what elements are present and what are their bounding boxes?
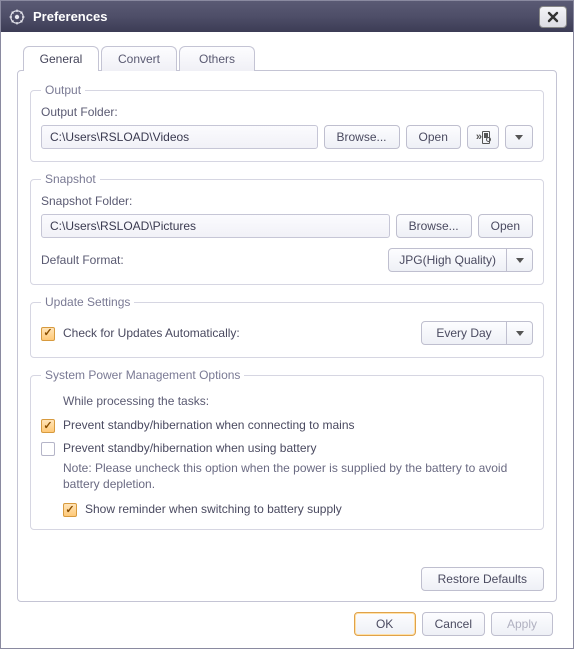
window-title: Preferences [33, 9, 539, 24]
default-format-value: JPG(High Quality) [388, 248, 507, 272]
output-device-button[interactable]: » [467, 125, 499, 149]
prevent-mains-label: Prevent standby/hibernation when connect… [63, 418, 355, 432]
chevron-down-icon [515, 135, 523, 140]
power-while-label: While processing the tasks: [63, 394, 533, 408]
show-reminder-checkbox[interactable] [63, 503, 77, 517]
prevent-battery-checkbox[interactable] [41, 442, 55, 456]
tab-bar: General Convert Others [23, 46, 557, 71]
close-icon [546, 10, 560, 24]
output-open-button[interactable]: Open [406, 125, 461, 149]
dialog-body: General Convert Others Output Output Fol… [1, 32, 573, 648]
update-legend: Update Settings [41, 295, 134, 309]
update-group: Update Settings Check for Updates Automa… [30, 295, 544, 358]
power-group: System Power Management Options While pr… [30, 368, 544, 530]
tab-label: Others [199, 52, 235, 66]
output-browse-button[interactable]: Browse... [324, 125, 400, 149]
update-frequency-select[interactable]: Every Day [421, 321, 533, 345]
ok-button[interactable]: OK [354, 612, 416, 636]
snapshot-open-button[interactable]: Open [478, 214, 533, 238]
prevent-battery-row: Prevent standby/hibernation when using b… [41, 441, 533, 456]
default-format-label: Default Format: [41, 253, 124, 267]
prevent-mains-row: Prevent standby/hibernation when connect… [41, 418, 533, 433]
apply-button[interactable]: Apply [491, 612, 553, 636]
check-updates-label: Check for Updates Automatically: [63, 326, 240, 340]
output-folder-input[interactable] [41, 125, 318, 149]
close-button[interactable] [539, 6, 567, 28]
tab-general[interactable]: General [23, 46, 99, 71]
update-frequency-arrow[interactable] [507, 321, 533, 345]
show-reminder-label: Show reminder when switching to battery … [85, 502, 342, 516]
chevron-down-icon [516, 258, 524, 263]
power-legend: System Power Management Options [41, 368, 244, 382]
tab-label: General [40, 52, 83, 66]
restore-defaults-button[interactable]: Restore Defaults [421, 567, 544, 591]
prevent-battery-label: Prevent standby/hibernation when using b… [63, 441, 317, 455]
show-reminder-row: Show reminder when switching to battery … [63, 502, 533, 517]
snapshot-browse-button[interactable]: Browse... [396, 214, 472, 238]
output-folder-label: Output Folder: [41, 105, 533, 119]
dialog-footer: OK Cancel Apply [17, 602, 557, 638]
power-note: Note: Please uncheck this option when th… [63, 460, 533, 492]
prevent-mains-checkbox[interactable] [41, 419, 55, 433]
default-format-arrow[interactable] [507, 248, 533, 272]
titlebar: Preferences [1, 1, 573, 32]
output-group: Output Output Folder: Browse... Open » [30, 83, 544, 162]
check-updates-checkbox-row: Check for Updates Automatically: [41, 326, 240, 341]
tab-convert[interactable]: Convert [101, 46, 177, 71]
tab-page-general: Output Output Folder: Browse... Open » S… [17, 70, 557, 602]
default-format-select[interactable]: JPG(High Quality) [388, 248, 533, 272]
tab-others[interactable]: Others [179, 46, 255, 71]
output-device-dropdown[interactable] [505, 125, 533, 149]
send-to-device-icon: » [476, 131, 490, 144]
preferences-window: Preferences General Convert Others Outpu… [0, 0, 574, 649]
snapshot-group: Snapshot Snapshot Folder: Browse... Open… [30, 172, 544, 285]
chevron-down-icon [516, 331, 524, 336]
check-updates-checkbox[interactable] [41, 327, 55, 341]
snapshot-folder-label: Snapshot Folder: [41, 194, 533, 208]
cancel-button[interactable]: Cancel [422, 612, 485, 636]
gear-icon [9, 9, 25, 25]
snapshot-legend: Snapshot [41, 172, 100, 186]
tab-label: Convert [118, 52, 160, 66]
update-frequency-value: Every Day [421, 321, 507, 345]
output-legend: Output [41, 83, 85, 97]
snapshot-folder-input[interactable] [41, 214, 390, 238]
